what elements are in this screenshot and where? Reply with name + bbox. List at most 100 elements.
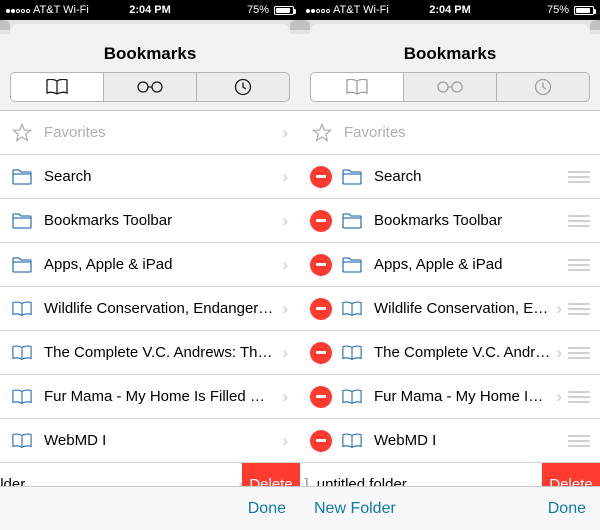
status-bar: AT&T Wi-Fi 2:04 PM 75%: [300, 0, 600, 20]
new-folder-button[interactable]: New Folder: [314, 500, 396, 518]
open-book-icon: [12, 299, 32, 319]
page-title: Bookmarks: [0, 44, 300, 64]
chevron-right-icon: ›: [556, 387, 562, 407]
nav-bar: Bookmarks: [0, 34, 300, 72]
list-item[interactable]: Wildlife Conservation, Endangered Sp…›: [0, 287, 300, 331]
list-item[interactable]: Bookmarks Toolbar: [300, 199, 600, 243]
carrier-label: AT&T Wi-Fi: [333, 4, 389, 16]
swiped-row-label: untitled folder: [317, 476, 574, 486]
list-item[interactable]: WebMD I: [300, 419, 600, 463]
status-left: AT&T Wi-Fi: [6, 4, 89, 16]
favorites-row[interactable]: Favorites ›: [0, 111, 300, 155]
list-item-label: Bookmarks Toolbar: [374, 212, 568, 229]
open-book-icon: [342, 343, 362, 363]
segment-bookmarks[interactable]: [11, 73, 103, 101]
reorder-handle-icon[interactable]: [568, 303, 590, 315]
swiped-row[interactable]: itled folder › Delete: [0, 463, 300, 486]
browser-tabstrip: [0, 20, 300, 34]
segment-reading-list[interactable]: [403, 73, 496, 101]
delete-button[interactable]: Delete: [542, 463, 600, 486]
list-item[interactable]: Fur Mama - My Home Is…›: [300, 375, 600, 419]
star-icon: [312, 123, 332, 143]
list-item[interactable]: Bookmarks Toolbar›: [0, 199, 300, 243]
favorites-row[interactable]: Favorites: [300, 111, 600, 155]
status-right: 75%: [247, 4, 294, 16]
toolbar: Done: [0, 486, 300, 530]
open-book-icon: [342, 299, 362, 319]
segment-reading-list[interactable]: [103, 73, 196, 101]
segment-history[interactable]: [496, 73, 589, 101]
done-button[interactable]: Done: [548, 500, 586, 518]
list-item[interactable]: Apps, Apple & iPad›: [0, 243, 300, 287]
remove-minus-icon[interactable]: [310, 254, 332, 276]
segmented-control: [310, 72, 590, 102]
chevron-right-icon: ›: [282, 167, 288, 187]
done-button[interactable]: Done: [248, 500, 286, 518]
list-item-label: Apps, Apple & iPad: [44, 256, 282, 273]
reorder-handle-icon[interactable]: [568, 347, 590, 359]
chevron-right-icon: ›: [282, 343, 288, 363]
remove-minus-icon[interactable]: [310, 298, 332, 320]
segmented-control: [10, 72, 290, 102]
chevron-right-icon: ›: [282, 387, 288, 407]
glasses-icon: [136, 81, 164, 93]
list-item[interactable]: Search: [300, 155, 600, 199]
list-item[interactable]: Wildlife Conservation, E…›: [300, 287, 600, 331]
chevron-right-icon: ›: [282, 211, 288, 231]
list-item-label: Search: [374, 168, 568, 185]
battery-percent-label: 75%: [247, 4, 269, 16]
remove-minus-icon[interactable]: [310, 210, 332, 232]
list-item[interactable]: Search›: [0, 155, 300, 199]
delete-button[interactable]: Delete: [242, 463, 300, 486]
remove-minus-icon[interactable]: [310, 166, 332, 188]
remove-minus-icon[interactable]: [310, 430, 332, 452]
clock-label: 2:04 PM: [129, 4, 171, 16]
open-book-icon: [342, 387, 362, 407]
battery-icon: [274, 6, 294, 15]
chevron-right-icon: ›: [282, 431, 288, 451]
folder-icon: [12, 211, 32, 231]
chevron-right-icon: ›: [282, 123, 288, 143]
bookmark-icon: ]: [304, 475, 309, 487]
segmented-control-wrap: [0, 72, 300, 111]
favorites-label: Favorites: [344, 124, 600, 141]
chevron-right-icon: ›: [282, 299, 288, 319]
reorder-handle-icon[interactable]: [568, 435, 590, 447]
segment-history[interactable]: [196, 73, 289, 101]
favorites-label: Favorites: [44, 124, 282, 141]
list-item[interactable]: The Complete V.C. Andrews: The Libr…›: [0, 331, 300, 375]
phone-left: AT&T Wi-Fi 2:04 PM 75% Bookmarks: [0, 0, 300, 530]
list-item[interactable]: Fur Mama - My Home Is Filled With W…›: [0, 375, 300, 419]
reorder-handle-icon[interactable]: [568, 215, 590, 227]
folder-icon: [342, 167, 362, 187]
list-item-label: Search: [44, 168, 282, 185]
phone-right: AT&T Wi-Fi 2:04 PM 75% Bookmarks: [300, 0, 600, 530]
bookmarks-list-edit: Favorites Search Bookmarks Toolbar Apps, A…: [300, 111, 600, 486]
chevron-right-icon: ›: [556, 343, 562, 363]
open-book-icon: [12, 343, 32, 363]
list-item[interactable]: Apps, Apple & iPad: [300, 243, 600, 287]
list-item-label: Wildlife Conservation, E…: [374, 300, 556, 317]
list-item[interactable]: The Complete V.C. Andr…›: [300, 331, 600, 375]
list-item[interactable]: WebMD I›: [0, 419, 300, 463]
list-item-label: Bookmarks Toolbar: [44, 212, 282, 229]
open-book-icon: [12, 387, 32, 407]
segment-bookmarks[interactable]: [311, 73, 403, 101]
page-title: Bookmarks: [300, 44, 600, 64]
list-item-label: Apps, Apple & iPad: [374, 256, 568, 273]
folder-icon: [342, 255, 362, 275]
remove-minus-icon[interactable]: [310, 342, 332, 364]
swiped-row[interactable]: ] untitled folder Delete: [300, 463, 600, 486]
reorder-handle-icon[interactable]: [568, 171, 590, 183]
remove-minus-icon[interactable]: [310, 386, 332, 408]
signal-dots-icon: [306, 4, 331, 16]
status-bar: AT&T Wi-Fi 2:04 PM 75%: [0, 0, 300, 20]
open-book-icon: [12, 431, 32, 451]
chevron-right-icon: ›: [556, 299, 562, 319]
bookmarks-list: Favorites › Search›Bookmarks Toolbar›App…: [0, 111, 300, 486]
open-book-icon: [46, 79, 68, 95]
reorder-handle-icon[interactable]: [568, 259, 590, 271]
reorder-handle-icon[interactable]: [568, 391, 590, 403]
battery-icon: [574, 6, 594, 15]
swiped-row-label: itled folder: [0, 476, 238, 486]
